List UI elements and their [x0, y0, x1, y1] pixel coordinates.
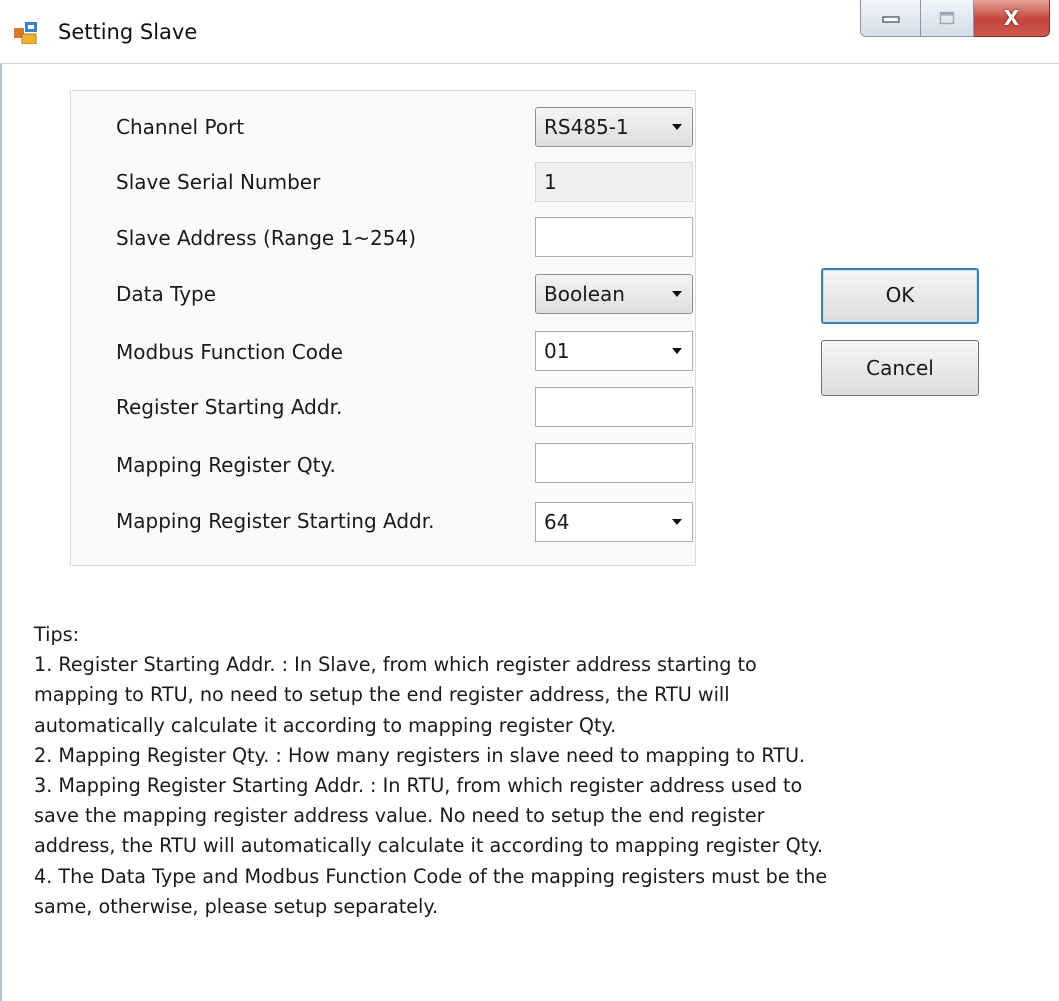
ok-button[interactable]: OK	[821, 268, 979, 324]
register-starting-addr-label: Register Starting Addr.	[116, 395, 343, 419]
title-divider	[0, 63, 1059, 64]
channel-port-value: RS485-1	[544, 115, 629, 139]
mapping-register-starting-addr-value: 64	[544, 510, 570, 534]
window-left-border	[0, 64, 2, 1001]
slave-address-input[interactable]	[535, 217, 693, 257]
modbus-function-code-dropdown[interactable]: 01	[535, 331, 693, 371]
chevron-down-icon[interactable]	[672, 348, 682, 354]
close-icon: X	[1003, 6, 1020, 30]
modbus-function-code-label: Modbus Function Code	[116, 340, 343, 364]
close-button[interactable]: X	[973, 0, 1050, 37]
window-controls: X	[860, 0, 1050, 40]
tips-line: 2. Mapping Register Qty. : How many regi…	[34, 743, 806, 767]
data-type-dropdown[interactable]: Boolean	[535, 274, 693, 314]
maximize-icon	[939, 11, 955, 25]
mapping-register-starting-addr-dropdown[interactable]: 64	[535, 502, 693, 542]
maximize-button[interactable]	[921, 0, 974, 37]
register-starting-addr-input[interactable]	[535, 387, 693, 427]
modbus-function-code-value: 01	[544, 339, 570, 363]
data-type-label: Data Type	[116, 282, 217, 306]
data-type-value: Boolean	[544, 282, 625, 306]
mapping-register-starting-addr-label: Mapping Register Starting Addr.	[116, 509, 435, 533]
tips-line: mapping to RTU, no need to setup the end…	[34, 683, 730, 707]
mapping-register-qty-label: Mapping Register Qty.	[116, 453, 336, 477]
tips-heading: Tips:	[34, 623, 80, 646]
tips-line: 4. The Data Type and Modbus Function Cod…	[34, 864, 828, 888]
slave-address-label: Slave Address (Range 1~254)	[116, 226, 417, 250]
chevron-down-icon[interactable]	[672, 124, 682, 130]
channel-port-dropdown[interactable]: RS485-1	[535, 107, 693, 147]
minimize-button[interactable]	[860, 0, 922, 37]
mapping-register-qty-input[interactable]	[535, 443, 693, 483]
tips-line: 3. Mapping Register Starting Addr. : In …	[34, 774, 803, 798]
tips-line: 1. Register Starting Addr. : In Slave, f…	[34, 653, 757, 677]
slave-serial-number-label: Slave Serial Number	[116, 170, 321, 194]
cancel-button[interactable]: Cancel	[821, 340, 979, 396]
tips-line: same, otherwise, please setup separately…	[34, 894, 439, 918]
slave-serial-number-field: 1	[535, 162, 693, 202]
tips-line: automatically calculate it according to …	[34, 713, 617, 737]
app-window-icon	[14, 22, 38, 45]
window-title: Setting Slave	[58, 20, 198, 44]
channel-port-label: Channel Port	[116, 115, 245, 139]
tips-line: save the mapping register address value.…	[34, 804, 765, 828]
tips-section: Tips: 1. Register Starting Addr. : In Sl…	[34, 620, 1054, 922]
minimize-icon	[882, 16, 900, 23]
chevron-down-icon[interactable]	[672, 291, 682, 297]
tips-line: address, the RTU will automatically calc…	[34, 834, 823, 858]
chevron-down-icon[interactable]	[672, 519, 682, 525]
